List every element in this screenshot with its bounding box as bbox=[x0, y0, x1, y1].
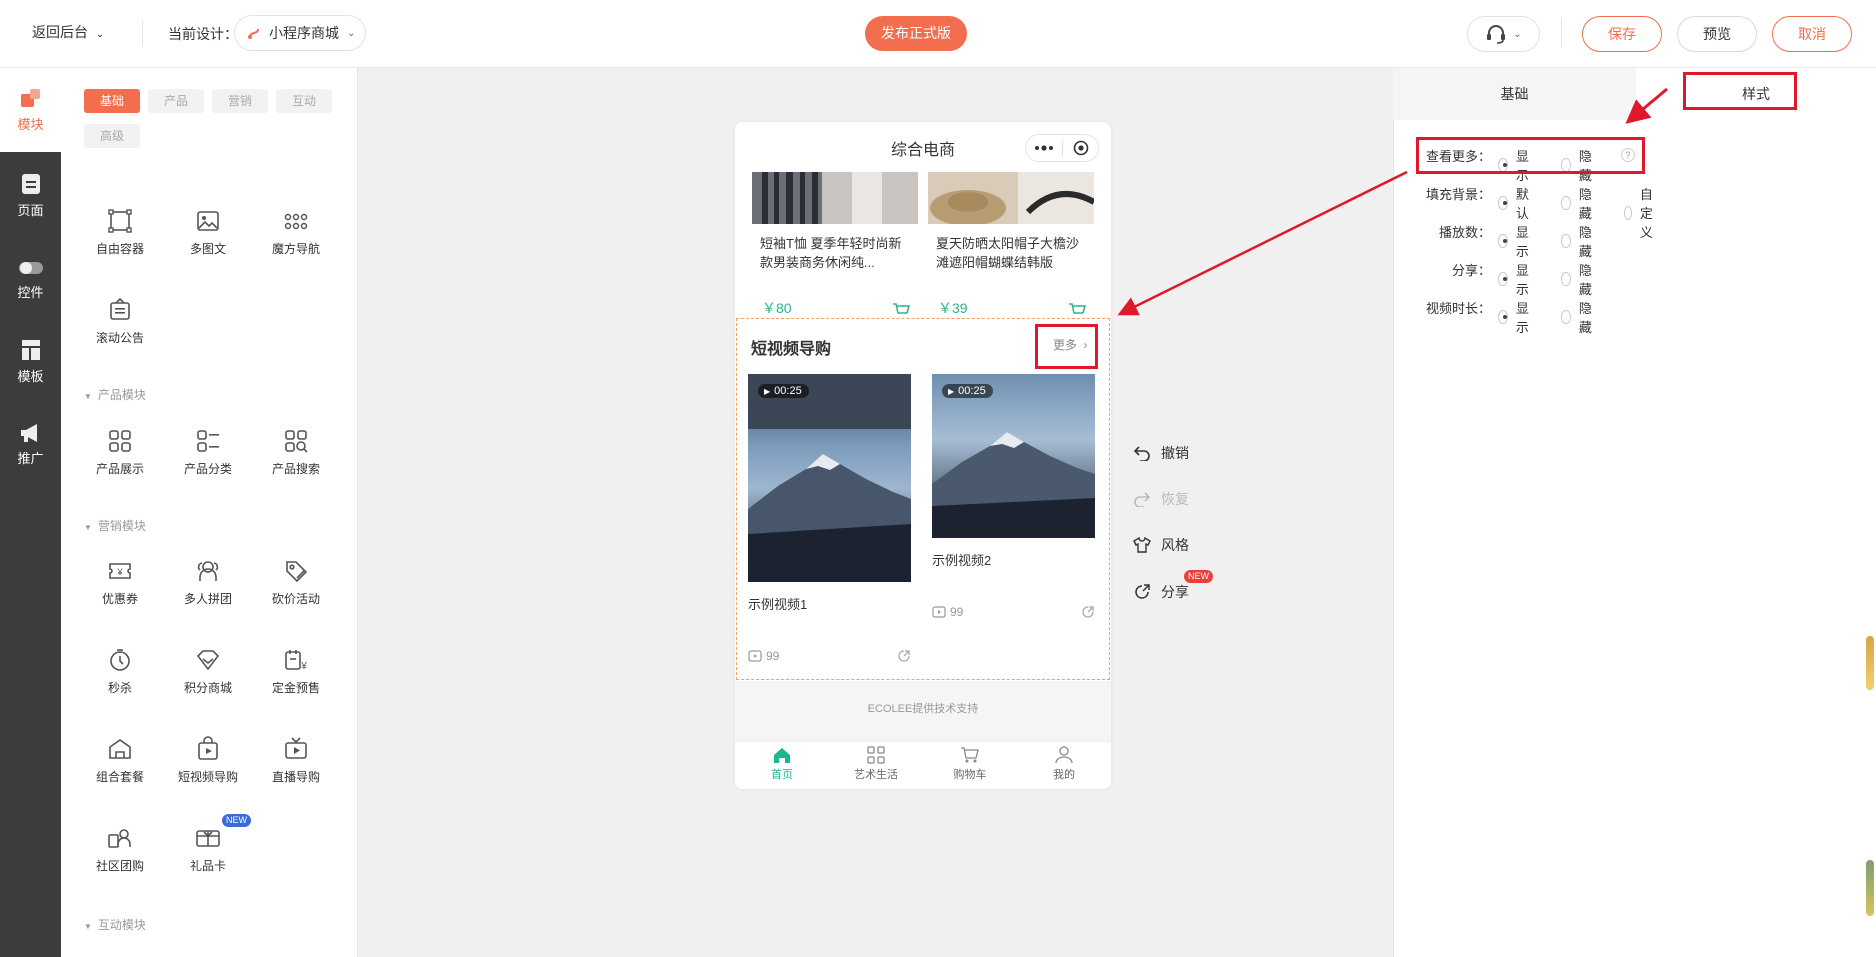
annotation-arrow bbox=[1117, 170, 1408, 316]
annotation-arrow bbox=[1625, 87, 1668, 124]
annotation-arrows bbox=[1117, 87, 1668, 316]
